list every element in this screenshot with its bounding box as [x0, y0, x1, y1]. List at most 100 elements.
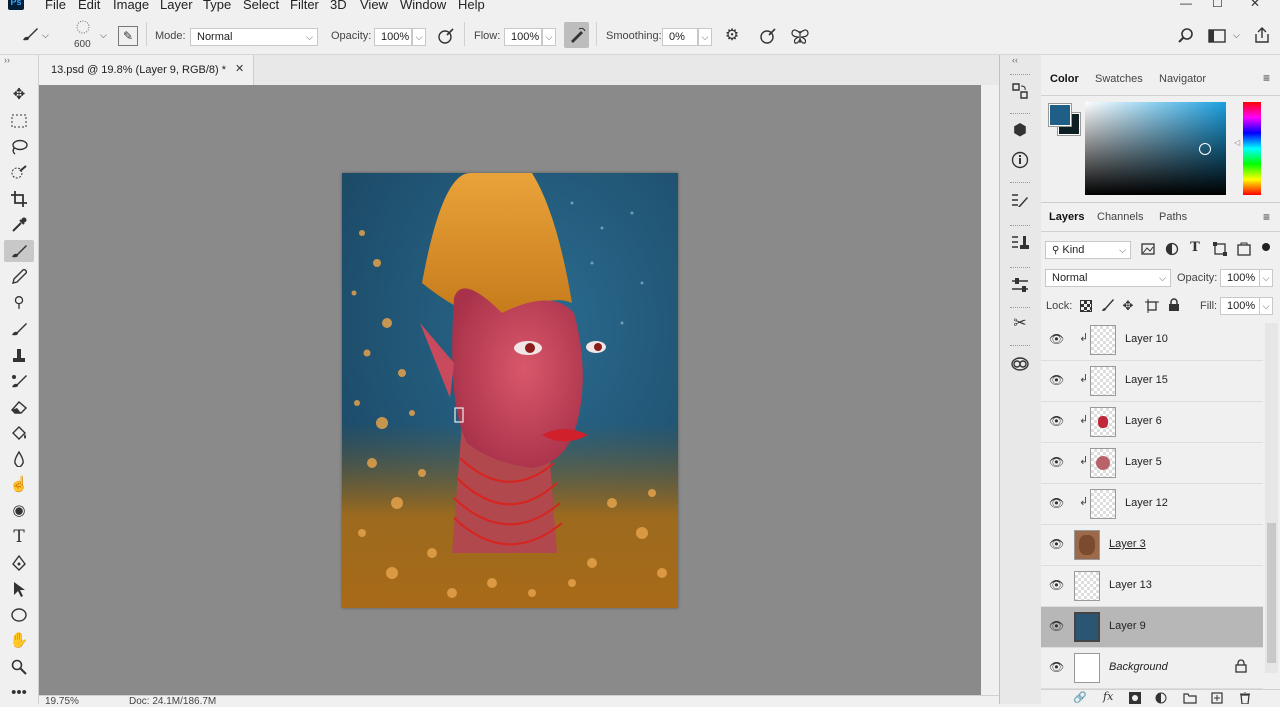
menu-3d[interactable]: 3D	[330, 0, 347, 12]
brush-icon[interactable]	[20, 26, 40, 47]
add-mask-icon[interactable]	[1129, 692, 1141, 707]
link-layers-icon[interactable]: 🔗	[1073, 691, 1087, 704]
collapse-toolbar-icon[interactable]: ››	[4, 55, 10, 65]
paint-bucket-tool-icon[interactable]	[4, 422, 34, 444]
airbrush-toggle-icon[interactable]	[564, 22, 589, 48]
pressure-size-icon[interactable]	[758, 27, 778, 48]
color-field[interactable]	[1085, 102, 1226, 195]
menu-type[interactable]: Type	[203, 0, 231, 12]
eye-icon[interactable]: 👁	[1049, 578, 1064, 592]
adjustments-icon[interactable]	[1008, 273, 1032, 297]
mixer-brush-tool-icon[interactable]	[4, 370, 34, 392]
path-selection-tool-icon[interactable]	[4, 578, 34, 600]
layers-panel-menu-icon[interactable]: ≡	[1263, 210, 1270, 224]
3d-panel-icon[interactable]: ⬢	[1008, 119, 1032, 143]
new-adjustment-icon[interactable]	[1155, 692, 1167, 707]
pencil-tool-icon[interactable]	[4, 266, 34, 288]
new-group-icon[interactable]	[1183, 692, 1197, 707]
dodge-tool-icon[interactable]: ◉	[4, 500, 34, 522]
layer-opacity-dropdown[interactable]: ⌵	[1259, 269, 1273, 287]
eye-icon[interactable]: 👁	[1049, 537, 1064, 551]
libraries-icon[interactable]	[1008, 352, 1032, 376]
brush-tip-preview-icon[interactable]	[70, 20, 96, 34]
flow-dropdown-button[interactable]: ⌵	[542, 28, 556, 46]
filter-shape-icon[interactable]	[1213, 242, 1227, 256]
ellipse-tool-icon[interactable]	[4, 604, 34, 626]
layer-opacity-input[interactable]: 100%	[1220, 269, 1260, 287]
clone-source-icon[interactable]	[1008, 230, 1032, 254]
symmetry-butterfly-icon[interactable]	[790, 27, 810, 48]
eye-icon[interactable]: 👁	[1049, 373, 1064, 387]
layer-name[interactable]: Layer 15	[1125, 374, 1168, 386]
layer-row[interactable]: 👁 ↲ Layer 15	[1041, 361, 1263, 402]
crop-tool-icon[interactable]	[4, 188, 34, 210]
layer-name[interactable]: Layer 10	[1125, 333, 1168, 345]
layer-name[interactable]: Layer 3	[1109, 538, 1146, 550]
search-icon[interactable]	[1176, 27, 1196, 48]
layer-row[interactable]: 👁 Layer 13	[1041, 566, 1263, 607]
move-tool-icon[interactable]: ✥	[4, 84, 34, 106]
info-icon[interactable]	[1008, 148, 1032, 172]
panel-menu-icon[interactable]: ≡	[1263, 71, 1270, 85]
filter-pixel-icon[interactable]	[1141, 242, 1155, 256]
lock-position-icon[interactable]: ✥	[1121, 298, 1135, 314]
workspace-chevron-icon[interactable]: ⌵	[1233, 30, 1240, 41]
new-layer-icon[interactable]	[1211, 692, 1223, 707]
maximize-button[interactable]: ☐	[1212, 0, 1223, 10]
fx-icon[interactable]: fx	[1103, 690, 1113, 703]
history-panel-icon[interactable]	[1008, 79, 1032, 103]
lock-image-pixels-icon[interactable]	[1101, 298, 1115, 315]
eye-icon[interactable]: 👁	[1049, 414, 1064, 428]
clone-stamp-tool-icon[interactable]: ⚲	[4, 292, 34, 314]
eye-icon[interactable]: 👁	[1049, 496, 1064, 510]
menu-select[interactable]: Select	[243, 0, 279, 12]
layer-row[interactable]: 👁 ↲ Layer 12	[1041, 484, 1263, 525]
brush-size-value[interactable]: 600	[74, 39, 91, 50]
smudge-tool-icon[interactable]: ☝	[4, 474, 34, 496]
tab-paths[interactable]: Paths	[1159, 211, 1187, 227]
layer-name[interactable]: Layer 13	[1109, 579, 1152, 591]
tab-swatches[interactable]: Swatches	[1095, 73, 1143, 89]
smoothing-dropdown-button[interactable]: ⌵	[698, 28, 712, 46]
eye-icon[interactable]: 👁	[1049, 332, 1064, 346]
eye-icon[interactable]: 👁	[1049, 660, 1064, 674]
delete-layer-icon[interactable]	[1239, 691, 1251, 707]
tools-scissors-icon[interactable]: ✂	[1008, 312, 1032, 336]
quick-selection-tool-icon[interactable]	[4, 162, 34, 184]
hue-slider[interactable]	[1243, 102, 1261, 195]
menu-filter[interactable]: Filter	[290, 0, 319, 12]
share-icon[interactable]	[1252, 26, 1272, 47]
menu-view[interactable]: View	[360, 0, 388, 12]
fill-input[interactable]: 100%	[1220, 297, 1260, 315]
workspace-icon[interactable]	[1207, 28, 1227, 47]
eyedropper-tool-icon[interactable]	[4, 214, 34, 236]
tool-preset-chevron-icon[interactable]: ⌵	[42, 30, 49, 41]
foreground-color-swatch[interactable]	[1049, 104, 1071, 126]
layer-row[interactable]: 👁 ↲ Layer 5	[1041, 443, 1263, 484]
stamp-tool-icon[interactable]	[4, 344, 34, 366]
layer-row[interactable]: 👁 Layer 3	[1041, 525, 1263, 566]
opacity-input[interactable]: 100%	[374, 28, 412, 46]
menu-window[interactable]: Window	[400, 0, 446, 12]
zoom-tool-icon[interactable]	[4, 656, 34, 678]
color-picker-ring[interactable]	[1199, 143, 1211, 155]
tab-navigator[interactable]: Navigator	[1159, 73, 1206, 89]
marquee-tool-icon[interactable]	[4, 110, 34, 132]
filter-toggle-icon[interactable]	[1262, 243, 1270, 251]
brush-settings-panel-icon[interactable]: ✎	[118, 26, 138, 46]
layer-filter-select[interactable]: ⚲ Kind ⌵	[1045, 241, 1131, 259]
lock-artboard-icon[interactable]	[1145, 299, 1159, 316]
close-window-button[interactable]: ✕	[1250, 0, 1260, 10]
tab-channels[interactable]: Channels	[1097, 211, 1143, 227]
mode-select[interactable]: Normal ⌵	[190, 28, 318, 46]
tab-color[interactable]: Color	[1050, 73, 1079, 89]
menu-image[interactable]: Image	[113, 0, 149, 12]
fill-dropdown[interactable]: ⌵	[1259, 297, 1273, 315]
layers-scrollbar[interactable]	[1265, 323, 1278, 673]
minimize-button[interactable]: —	[1180, 0, 1192, 10]
brush-picker-chevron-icon[interactable]: ⌵	[100, 30, 107, 41]
type-tool-icon[interactable]: T	[4, 526, 34, 548]
layer-row[interactable]: 👁 ↲ Layer 10	[1041, 320, 1263, 361]
blend-mode-select[interactable]: Normal ⌵	[1045, 269, 1171, 287]
collapse-panels-icon[interactable]: ‹‹	[1012, 55, 1018, 65]
